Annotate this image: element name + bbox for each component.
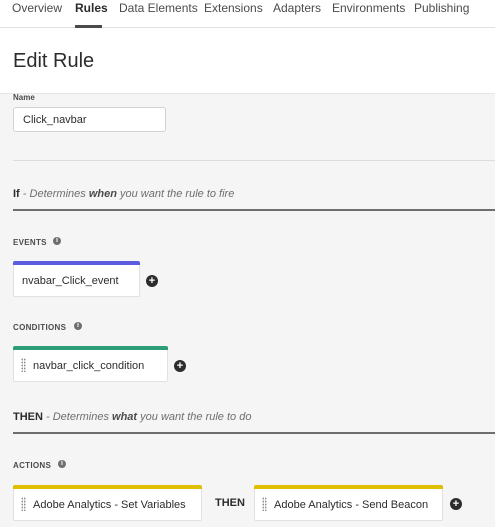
condition-card-accent <box>13 346 168 350</box>
action-card-accent <box>254 485 443 489</box>
tab-overview[interactable]: Overview <box>12 0 62 28</box>
then-description: - Determines what you want the rule to d… <box>42 411 252 423</box>
add-action-icon[interactable]: + <box>450 498 462 510</box>
tab-adapters[interactable]: Adapters <box>273 0 321 28</box>
if-divider <box>13 209 495 211</box>
event-card[interactable]: nvabar_Click_event <box>13 261 140 297</box>
event-card-accent <box>13 261 140 265</box>
tab-data-elements[interactable]: Data Elements <box>119 0 198 28</box>
condition-card[interactable]: navbar_click_condition <box>13 346 168 382</box>
if-section-heading: If - Determines when you want the rule t… <box>13 188 234 200</box>
action-card-accent <box>13 485 202 489</box>
drag-handle-icon[interactable] <box>21 358 26 372</box>
if-description: - Determines when you want the rule to f… <box>19 188 235 200</box>
tab-environments[interactable]: Environments <box>332 0 405 28</box>
then-keyword: THEN <box>13 411 43 423</box>
tab-rules[interactable]: Rules <box>75 0 108 28</box>
tab-extensions[interactable]: Extensions <box>204 0 263 28</box>
divider <box>13 160 495 161</box>
info-icon[interactable]: i <box>53 237 61 245</box>
action-card-label: Adobe Analytics - Send Beacon <box>274 499 429 511</box>
page-header: Edit Rule <box>0 28 495 94</box>
action-card[interactable]: Adobe Analytics - Send Beacon <box>254 485 443 521</box>
conditions-label: CONDITIONS <box>13 323 67 332</box>
drag-handle-icon[interactable] <box>262 497 267 511</box>
action-card[interactable]: Adobe Analytics - Set Variables <box>13 485 202 521</box>
action-connector: THEN <box>215 497 245 509</box>
info-icon[interactable]: i <box>58 460 66 468</box>
event-card-label: nvabar_Click_event <box>22 275 119 287</box>
page-title: Edit Rule <box>13 50 95 72</box>
name-input[interactable] <box>13 107 166 132</box>
drag-handle-icon[interactable] <box>21 497 26 511</box>
add-event-icon[interactable]: + <box>146 275 158 287</box>
if-keyword: If <box>13 188 20 200</box>
top-nav: Overview Rules Data Elements Extensions … <box>0 0 495 28</box>
then-divider <box>13 432 495 434</box>
name-label: Name <box>13 93 35 102</box>
actions-label: ACTIONS <box>13 461 52 470</box>
condition-card-label: navbar_click_condition <box>33 360 145 372</box>
then-section-heading: THEN - Determines what you want the rule… <box>13 411 251 423</box>
action-card-label: Adobe Analytics - Set Variables <box>33 499 186 511</box>
events-label: EVENTS <box>13 238 47 247</box>
add-condition-icon[interactable]: + <box>174 360 186 372</box>
tab-publishing[interactable]: Publishing <box>414 0 469 28</box>
info-icon[interactable]: i <box>74 322 82 330</box>
